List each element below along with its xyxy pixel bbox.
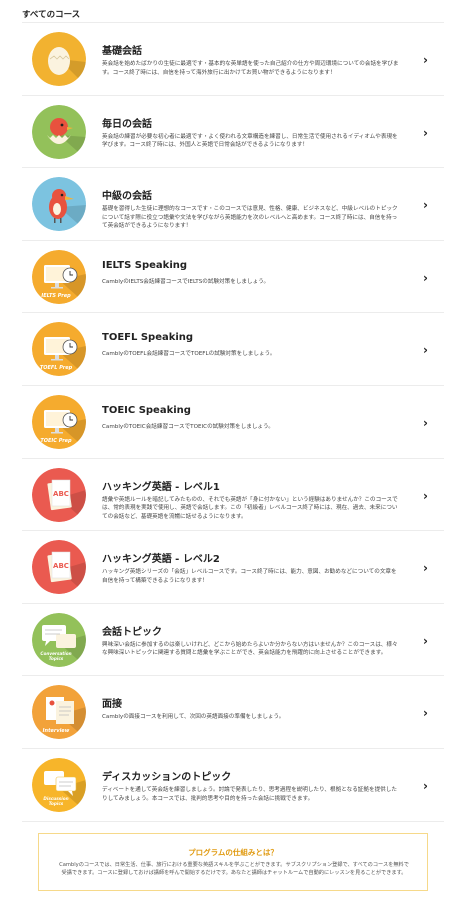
chevron-right-icon[interactable]: › xyxy=(423,561,428,575)
computer-clock-icon: IELTS Prep xyxy=(32,249,86,304)
course-title: 会話トピック xyxy=(102,626,162,638)
chevron-right-icon[interactable]: › xyxy=(423,53,428,67)
course-description: CamblyのIELTS会話練習コースでIELTSの試験対策をしましょう。 xyxy=(102,278,270,285)
course-description: CamblyのTOEIC会話練習コースでTOEICの試験対策をしましょう。 xyxy=(102,423,274,430)
how-it-works-title: プログラムの仕組みとは？ xyxy=(188,848,278,857)
computer-clock-icon: TOEFL Prep xyxy=(32,322,86,377)
course-description: ディベートを通して英会話を練習しましょう。討論で発表したり、思考過程を説明したり… xyxy=(102,786,397,802)
course-description: 基礎を習得した生徒に理想的なコースです・このコースでは意見、性格、健康、ビジネス… xyxy=(102,206,398,230)
chevron-right-icon[interactable]: › xyxy=(423,634,428,648)
course-badge-text: TOEFL Prep xyxy=(40,365,73,371)
course-title: ハッキング英語 - レベル1 xyxy=(102,481,220,493)
svg-text:ABC: ABC xyxy=(53,562,69,570)
speech-bubbles-icon: Conversation Topics xyxy=(32,612,86,667)
bird-icon xyxy=(32,177,86,232)
course-item[interactable]: IELTS Prep IELTS Speaking CamblyのIELTS会話練習… xyxy=(22,241,444,314)
course-badge-text: IELTS Prep xyxy=(41,293,71,299)
course-title: 毎日の会話 xyxy=(102,118,152,130)
course-description: 語彙や英語ルールを暗記してみたものの、それでも英語が「身に付かない」という経験は… xyxy=(102,496,398,520)
course-description: 英会話の練習が必要な初心者に最適です・よく使われる文章構造を練習し、日常生活で使… xyxy=(102,133,398,149)
computer-clock-icon: TOEIC Prep xyxy=(32,394,86,449)
course-badge-text: Topics xyxy=(49,801,64,806)
course-list: 基礎会話英会話を始めたばかりの生徒に最適です・基本的な英単語を使った自己紹介の仕… xyxy=(22,22,444,822)
how-it-works-text: Camblyのコースでは、日常生活、仕事、旅行における重要な英語スキルを学ぶこと… xyxy=(59,862,409,876)
section-title: すべてのコース xyxy=(22,10,81,20)
course-item[interactable]: ABC ハッキング英語 - レベル2 ハッキング英語シリーズの「会話」レベルコースで… xyxy=(22,531,444,604)
course-badge-text: TOEIC Prep xyxy=(40,438,72,444)
how-it-works-box: プログラムの仕組みとは？ Camblyのコースでは、日常生活、仕事、旅行における… xyxy=(38,833,428,891)
course-item[interactable]: ABC ハッキング英語 - レベル1 語彙や英語ルールを暗記してみたものの、それでも… xyxy=(22,459,444,532)
chevron-right-icon[interactable]: › xyxy=(423,126,428,140)
course-item[interactable]: 中級の会話基礎を習得した生徒に理想的なコースです・このコースでは意見、性格、健康… xyxy=(22,168,444,241)
course-item[interactable]: 毎日の会話英会話の練習が必要な初心者に最適です・よく使われる文章構造を練習し、日… xyxy=(22,96,444,169)
chevron-right-icon[interactable]: › xyxy=(423,779,428,793)
course-item[interactable]: Interview 面接 Camblyの面接コースを利用して、次回の英語面接の準備を… xyxy=(22,676,444,749)
svg-text:ABC: ABC xyxy=(53,490,69,498)
course-item[interactable]: 基礎会話英会話を始めたばかりの生徒に最適です・基本的な英単語を使った自己紹介の仕… xyxy=(22,23,444,96)
egg-icon xyxy=(32,32,86,86)
course-title: 中級の会話 xyxy=(102,191,152,203)
course-title: TOEIC Speaking xyxy=(102,404,191,416)
abc-book-icon: ABC xyxy=(32,467,86,522)
chevron-right-icon[interactable]: › xyxy=(423,343,428,357)
discussion-bubbles-icon: Discussion Topics xyxy=(32,757,86,812)
course-item[interactable]: TOEIC Prep TOEIC Speaking CamblyのTOEIC会話練習… xyxy=(22,386,444,459)
course-item[interactable]: TOEFL Prep TOEFL Speaking CamblyのTOEFL会話練習… xyxy=(22,313,444,386)
chevron-right-icon[interactable]: › xyxy=(423,489,428,503)
course-badge-text: Interview xyxy=(43,728,70,734)
course-item[interactable]: Conversation Topics 会話トピック興味深い会話に参加するのは楽し… xyxy=(22,604,444,677)
course-description: Camblyの面接コースを利用して、次回の英語面接の準備をしましょう。 xyxy=(102,714,285,721)
course-description: 興味深い会話に参加するのは楽しいけれど、どこから始めたらよいか分からない方はいま… xyxy=(102,641,398,657)
course-description: 英会話を始めたばかりの生徒に最適です・基本的な英単語を使った自己紹介の仕方や周辺… xyxy=(102,61,399,76)
course-description: ハッキング英語シリーズの「会話」レベルコースです。コース終了時には、能力、意図、… xyxy=(102,569,397,584)
chevron-right-icon[interactable]: › xyxy=(423,416,428,430)
course-badge-text: Topics xyxy=(49,656,64,661)
chevron-right-icon[interactable]: › xyxy=(423,271,428,285)
abc-book-icon: ABC xyxy=(32,540,86,595)
course-title: 面接 xyxy=(102,699,122,711)
course-description: CamblyのTOEFL会話練習コースでTOEFLの試験対策をしましょう。 xyxy=(102,351,276,358)
course-title: ディスカッションのトピック xyxy=(102,771,232,783)
course-title: TOEFL Speaking xyxy=(102,332,194,344)
course-title: ハッキング英語 - レベル2 xyxy=(102,554,220,566)
interview-documents-icon: Interview xyxy=(32,685,86,740)
course-item[interactable]: Discussion Topics ディスカッションのトピックディベートを通して英… xyxy=(22,749,444,822)
chevron-right-icon[interactable]: › xyxy=(423,198,428,212)
chevron-right-icon[interactable]: › xyxy=(423,706,428,720)
hatching-bird-icon xyxy=(32,104,86,159)
course-title: 基礎会話 xyxy=(102,46,142,57)
course-title: IELTS Speaking xyxy=(102,259,188,271)
